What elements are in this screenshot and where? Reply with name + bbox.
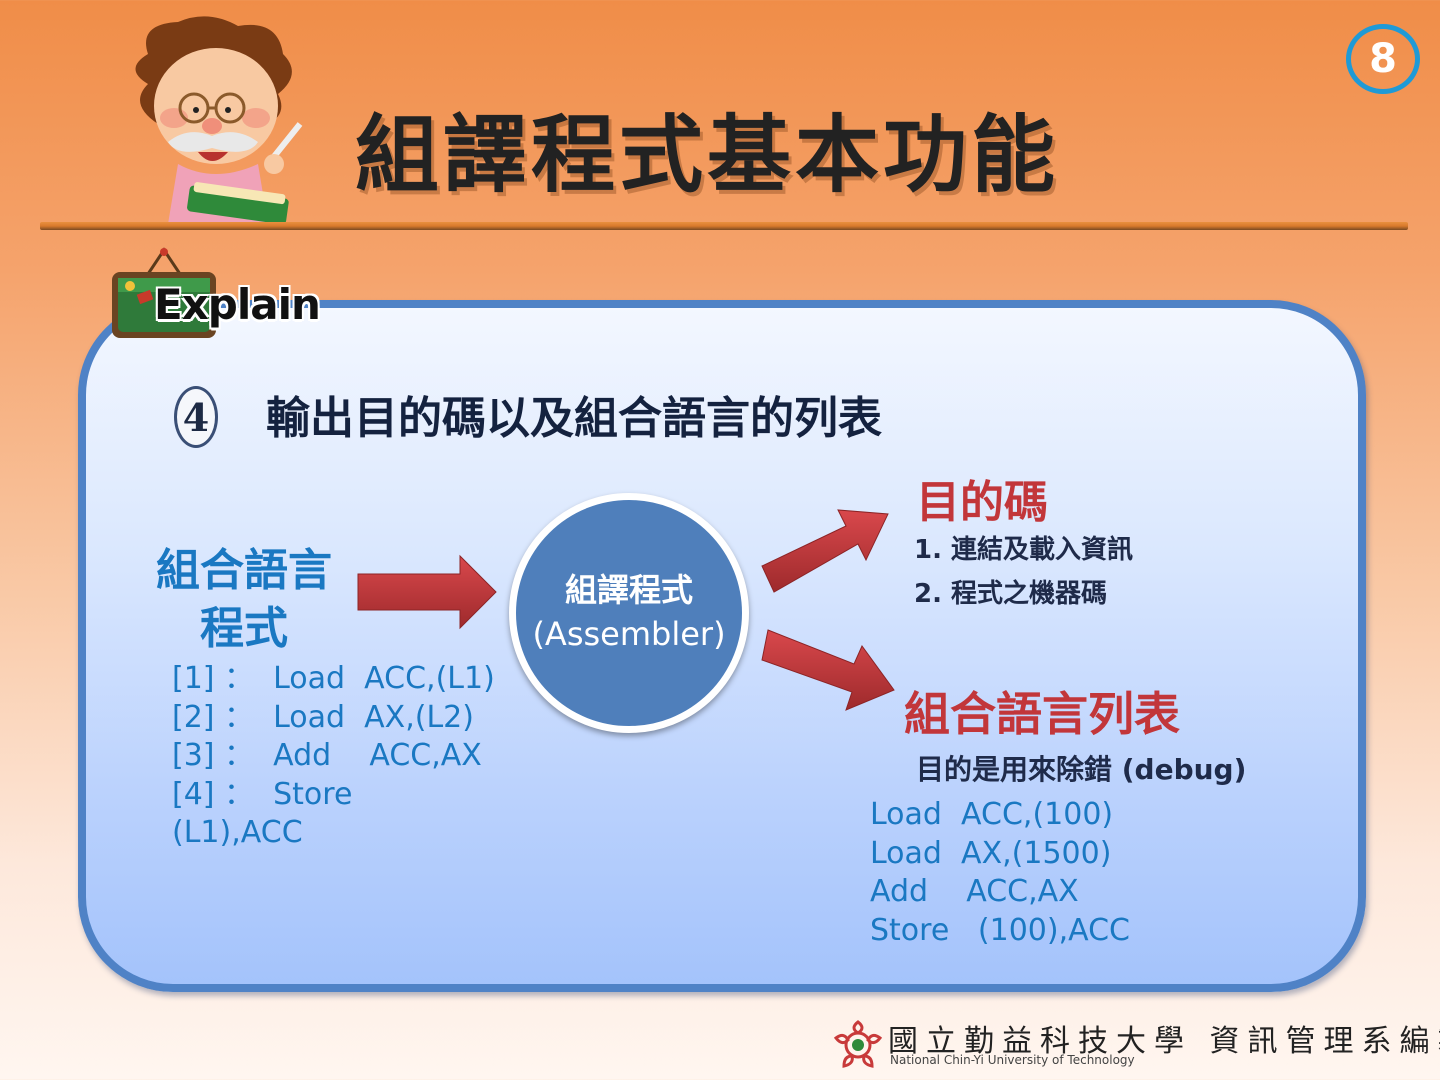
object-code-title: 目的碼 — [916, 477, 1048, 528]
professor-illustration — [135, 16, 303, 224]
object-code-item: 1. 連結及載入資訊 — [914, 535, 1134, 565]
section-number-icon: 4 — [174, 386, 218, 448]
listing-title: 組合語言列表 — [904, 687, 1180, 741]
title-divider — [40, 222, 1408, 230]
listing-description: 目的是用來除錯 (debug) — [916, 753, 1247, 786]
university-logo-icon — [833, 1020, 883, 1068]
object-code-list: 1. 連結及載入資訊 2. 程式之機器碼 — [914, 528, 1133, 616]
assembler-node: 組譯程式 (Assembler) — [509, 493, 749, 733]
slide-title: 組譯程式基本功能 — [355, 106, 1060, 204]
section-heading: 輸出目的碼以及組合語言的列表 — [266, 393, 882, 444]
source-program-title: 組合語言 程式 — [146, 542, 342, 658]
listing-code-block: Load ACC,(100) Load AX,(1500) Add ACC,AX… — [870, 797, 1130, 948]
footer-university-english: National Chin-Yi University of Technolog… — [890, 1053, 1135, 1067]
object-code-item: 2. 程式之機器碼 — [914, 579, 1108, 609]
source-code-block: [1] ： Load ACC,(L1) [2] ： Load AX,(L2) [… — [172, 661, 495, 850]
explain-label: Explain — [154, 280, 321, 329]
assembler-label-cn: 組譯程式 — [564, 571, 693, 609]
source-title-line2: 程式 — [200, 603, 288, 654]
source-title-line1: 組合語言 — [156, 545, 332, 596]
page-number-badge: 8 — [1346, 24, 1420, 94]
assembler-label-en: (Assembler) — [532, 615, 726, 653]
